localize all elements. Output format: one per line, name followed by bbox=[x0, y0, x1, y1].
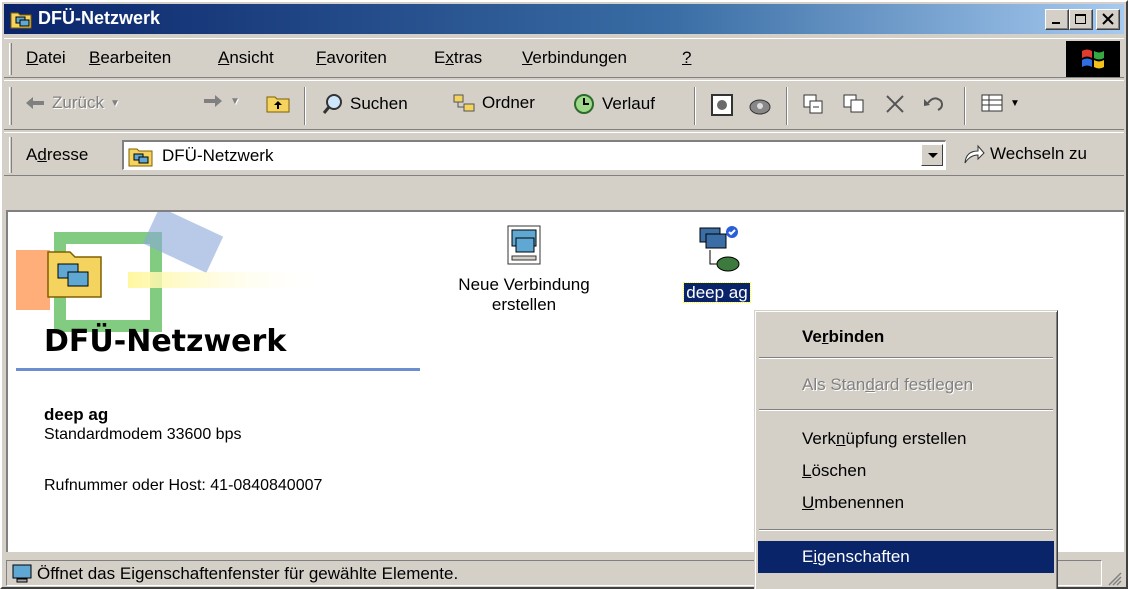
search-icon bbox=[322, 94, 342, 114]
menu-item-properties[interactable]: Eigenschaften bbox=[758, 541, 1054, 573]
section-title: DFÜ-Netzwerk bbox=[44, 324, 287, 359]
address-input[interactable]: DFÜ-Netzwerk bbox=[122, 140, 946, 170]
go-button[interactable]: Wechseln zu bbox=[962, 143, 1087, 165]
move-to-icon bbox=[803, 94, 823, 114]
undo-button[interactable] bbox=[922, 93, 946, 115]
title-bar[interactable]: DFÜ-Netzwerk bbox=[4, 4, 1124, 34]
details-phone: Rufnummer oder Host: 41-0840840007 bbox=[44, 477, 323, 494]
views-button[interactable]: ▼ bbox=[980, 93, 1020, 113]
views-dropdown-icon[interactable]: ▼ bbox=[1010, 98, 1020, 109]
go-arrow-icon bbox=[964, 144, 985, 164]
back-dropdown-icon[interactable]: ▼ bbox=[110, 98, 120, 109]
windows-flag-icon bbox=[1082, 49, 1104, 69]
new-connection-icon bbox=[507, 225, 541, 265]
delete-button[interactable] bbox=[884, 93, 906, 115]
menu-item-verbinden[interactable]: Verbinden bbox=[758, 321, 1054, 353]
deep-ag-connection-item[interactable]: deep ag bbox=[672, 222, 762, 303]
menu-separator bbox=[759, 529, 1053, 531]
addressbar-grip[interactable] bbox=[9, 137, 12, 173]
menubar-grip[interactable] bbox=[9, 43, 12, 75]
minimize-icon bbox=[1052, 22, 1060, 24]
context-menu: Verbinden Als Standard festlegen Verknüp… bbox=[754, 310, 1058, 589]
window-title: DFÜ-Netzwerk bbox=[38, 8, 161, 28]
forward-button[interactable]: ▼ bbox=[202, 93, 240, 109]
menu-item-rename[interactable]: Umbenennen bbox=[758, 487, 1054, 519]
menu-help[interactable]: ? bbox=[682, 48, 691, 68]
new-connection-item[interactable]: Neue Verbindung erstellen bbox=[434, 222, 614, 315]
move-to-button[interactable] bbox=[802, 93, 826, 115]
forward-arrow-icon bbox=[204, 95, 222, 107]
menu-item-delete[interactable]: Löschen bbox=[758, 455, 1054, 487]
up-button[interactable] bbox=[266, 93, 290, 113]
address-dropdown-button[interactable] bbox=[921, 144, 943, 166]
folder-network-icon bbox=[128, 148, 153, 167]
toolbar-separator bbox=[964, 87, 966, 125]
close-button[interactable] bbox=[1096, 9, 1120, 30]
history-icon bbox=[574, 94, 594, 114]
menu-bar: Datei Bearbeiten Ansicht Favoriten Extra… bbox=[4, 38, 1124, 78]
menu-item-create-shortcut[interactable]: Verknüpfung erstellen bbox=[758, 423, 1054, 455]
views-icon bbox=[981, 94, 1003, 112]
resize-grip-icon[interactable] bbox=[1106, 570, 1122, 586]
details-connection-name: deep ag bbox=[44, 405, 109, 424]
search-button[interactable]: Suchen bbox=[322, 93, 408, 115]
menu-extras[interactable]: Extras bbox=[434, 48, 482, 68]
chevron-down-icon bbox=[928, 153, 938, 158]
toolbar-grip[interactable] bbox=[9, 87, 12, 125]
toolbar-separator bbox=[694, 87, 696, 125]
menu-separator bbox=[759, 409, 1053, 411]
minimize-button[interactable] bbox=[1045, 9, 1069, 30]
menu-verbindungen[interactable]: Verbindungen bbox=[522, 48, 627, 68]
toolbar-separator bbox=[786, 87, 788, 125]
dialup-properties-icon bbox=[711, 94, 733, 116]
back-button[interactable]: Zurück ▼ bbox=[24, 93, 120, 113]
folders-icon bbox=[453, 94, 475, 112]
connection-properties-button[interactable] bbox=[710, 93, 734, 117]
phone-icon bbox=[749, 99, 771, 115]
copy-to-button[interactable] bbox=[842, 93, 866, 115]
menu-item-set-default[interactable]: Als Standard festlegen bbox=[758, 369, 1054, 401]
phone-book-button[interactable] bbox=[748, 93, 772, 117]
menu-favoriten[interactable]: Favoriten bbox=[316, 48, 387, 68]
address-bar: Adresse DFÜ-Netzwerk Wechseln zu bbox=[4, 132, 1124, 176]
address-value: DFÜ-Netzwerk bbox=[162, 146, 274, 165]
title-divider bbox=[16, 368, 420, 371]
maximize-icon bbox=[1075, 14, 1086, 24]
menu-datei[interactable]: Datei bbox=[26, 48, 66, 68]
undo-icon bbox=[924, 97, 943, 111]
folder-network-icon bbox=[10, 9, 32, 29]
menu-separator bbox=[759, 357, 1053, 359]
back-arrow-icon bbox=[26, 97, 44, 109]
delete-x-icon bbox=[886, 95, 904, 113]
copy-to-icon bbox=[843, 94, 864, 113]
menu-bearbeiten[interactable]: Bearbeiten bbox=[89, 48, 171, 68]
status-text: Öffnet das Eigenschaftenfenster für gewä… bbox=[37, 564, 459, 583]
details-modem: Standardmodem 33600 bps bbox=[44, 426, 242, 443]
folders-button[interactable]: Ordner bbox=[452, 93, 535, 113]
computer-icon bbox=[12, 564, 32, 583]
standard-toolbar: Zurück ▼ ▼ Suchen Ordner Verlauf ▼ bbox=[4, 80, 1124, 130]
address-label: Adresse bbox=[26, 145, 89, 164]
forward-dropdown-icon[interactable]: ▼ bbox=[230, 96, 240, 107]
toolbar-separator bbox=[304, 87, 306, 125]
maximize-button[interactable] bbox=[1069, 9, 1093, 30]
history-button[interactable]: Verlauf bbox=[572, 93, 655, 115]
close-icon bbox=[1102, 13, 1114, 25]
folder-up-icon bbox=[266, 96, 290, 113]
dialup-connection-icon bbox=[699, 226, 740, 272]
windows-logo bbox=[1066, 41, 1120, 77]
menu-ansicht[interactable]: Ansicht bbox=[218, 48, 274, 68]
